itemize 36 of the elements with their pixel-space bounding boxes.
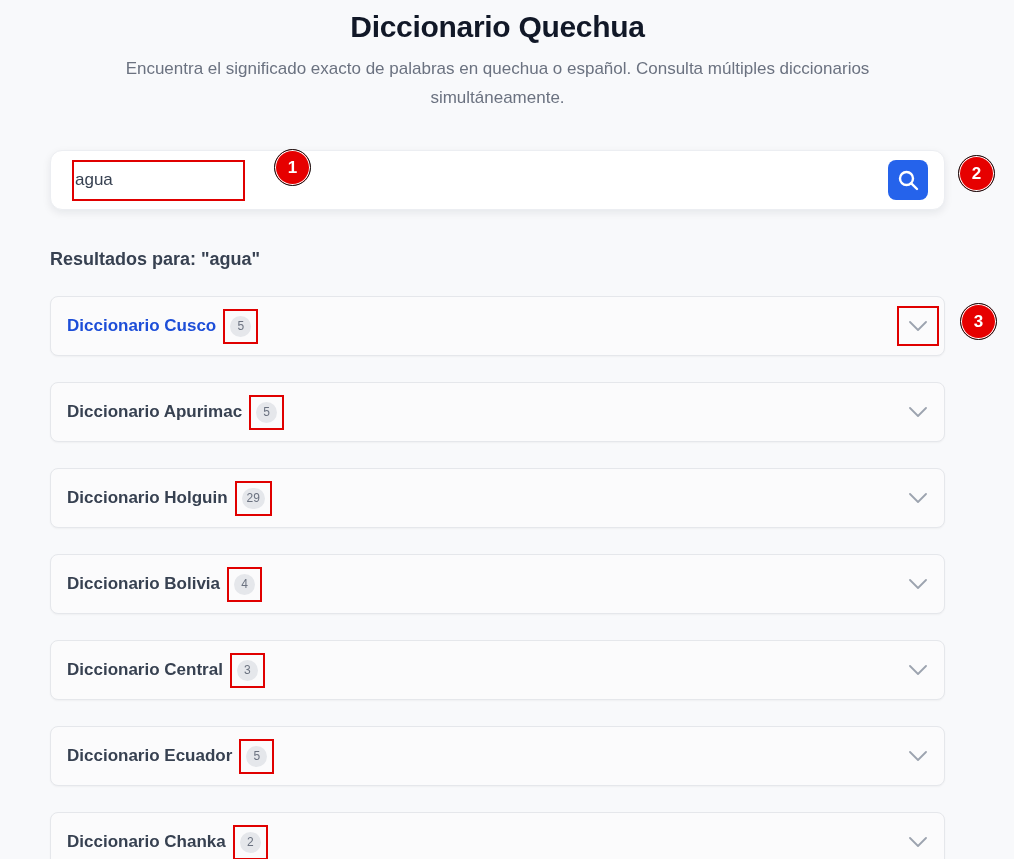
- count-badge: 5: [256, 401, 278, 423]
- chevron-down-icon[interactable]: [909, 837, 927, 847]
- count-badge: 2: [239, 831, 261, 853]
- chevron-down-icon[interactable]: [909, 579, 927, 589]
- dictionary-title: Diccionario Central: [67, 660, 223, 680]
- chevron-down-icon[interactable]: [909, 751, 927, 761]
- page-subtitle: Encuentra el significado exacto de palabras en quechua o español. Consulta múltiples diccionarios simultáneamente.: [124, 58, 871, 109]
- dictionary-title: Diccionario Holguin: [67, 488, 228, 508]
- step-marker: 1: [274, 149, 311, 186]
- search-button[interactable]: [888, 160, 928, 200]
- step-marker: 2: [958, 155, 995, 192]
- page-title: Diccionario Quechua: [349, 9, 646, 45]
- accordion-item[interactable]: Diccionario Holguin 29: [50, 468, 945, 528]
- search-icon: [897, 169, 919, 191]
- dictionary-title: Diccionario Bolivia: [67, 574, 221, 594]
- count-badge: 29: [241, 487, 265, 509]
- dictionary-title: Diccionario Ecuador: [67, 746, 233, 766]
- count-badge: 5: [230, 315, 252, 337]
- accordion-item[interactable]: Diccionario Central 3: [50, 640, 945, 700]
- dictionary-title: Diccionario Cusco: [67, 316, 217, 336]
- accordion-item[interactable]: Diccionario Apurimac 5: [50, 382, 945, 442]
- accordion-item[interactable]: Diccionario Chanka 2: [50, 812, 945, 859]
- chevron-down-icon[interactable]: [909, 407, 927, 417]
- chevron-down-icon[interactable]: [909, 493, 927, 503]
- search-field[interactable]: agua: [72, 159, 245, 201]
- count-badge: 3: [236, 659, 258, 681]
- dictionary-title: Diccionario Chanka: [67, 832, 226, 852]
- dictionary-title: Diccionario Apurimac: [67, 402, 243, 422]
- chevron-down-icon[interactable]: [909, 321, 927, 331]
- count-badge: 5: [246, 745, 268, 767]
- results-heading: Resultados para: "agua": [50, 248, 262, 271]
- step-marker: 3: [960, 303, 997, 340]
- accordion-item[interactable]: Diccionario Bolivia 4: [50, 554, 945, 614]
- count-badge: 4: [234, 573, 256, 595]
- accordion-item[interactable]: Diccionario Ecuador 5: [50, 726, 945, 786]
- chevron-down-icon[interactable]: [909, 665, 927, 675]
